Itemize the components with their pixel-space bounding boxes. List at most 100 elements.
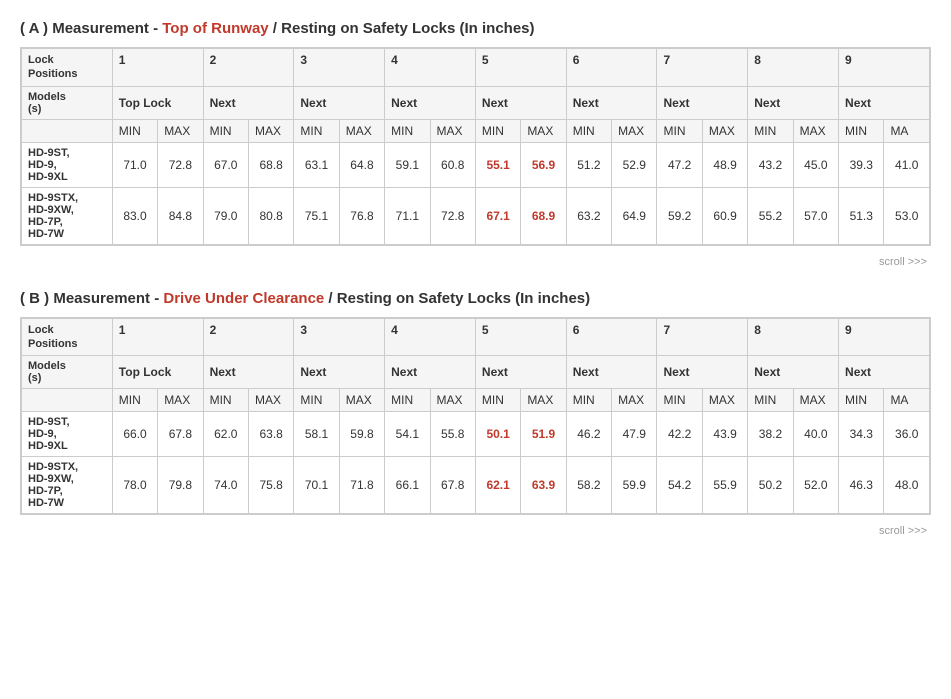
section-a-scroll: scroll >>> <box>20 254 931 270</box>
section-b-title-prefix: ( B ) Measurement - <box>20 290 163 307</box>
value-cell: 76.8 <box>339 187 384 244</box>
section-a: ( A ) Measurement - Top of Runway / Rest… <box>20 20 931 270</box>
value-cell: 72.8 <box>430 187 475 244</box>
value-cell: 58.1 <box>294 412 339 457</box>
max-6-a: MAX <box>612 119 657 142</box>
value-cell: 66.0 <box>112 412 157 457</box>
lock-positions-header-b: LockPositions <box>22 318 113 356</box>
value-cell: 79.0 <box>203 187 248 244</box>
value-cell: 54.2 <box>657 457 702 514</box>
value-cell: 59.8 <box>339 412 384 457</box>
pos-6-b: 6 <box>566 318 657 356</box>
section-a-header-row-lock: Models(s) Top Lock Next Next Next Next N… <box>22 86 930 119</box>
table-row: HD-9STX,HD-9XW,HD-7P,HD-7W78.079.874.075… <box>22 457 930 514</box>
value-cell: 60.9 <box>702 187 747 244</box>
max-2-b: MAX <box>248 389 293 412</box>
min-5-b: MIN <box>475 389 520 412</box>
min-5-a: MIN <box>475 119 520 142</box>
value-cell: 55.9 <box>702 457 747 514</box>
value-cell: 54.1 <box>385 412 430 457</box>
value-cell: 83.0 <box>112 187 157 244</box>
value-cell: 51.3 <box>839 187 884 244</box>
value-cell: 63.9 <box>521 457 566 514</box>
max-1-b: MAX <box>158 389 203 412</box>
next-5-b: Next <box>475 356 566 389</box>
value-cell: 43.2 <box>748 142 793 187</box>
value-cell: 63.1 <box>294 142 339 187</box>
models-header-a: Models(s) <box>22 86 113 119</box>
value-cell: 46.3 <box>839 457 884 514</box>
next-5-a: Next <box>475 86 566 119</box>
pos-3-a: 3 <box>294 49 385 87</box>
next-8-a: Next <box>748 86 839 119</box>
table-row: HD-9ST,HD-9,HD-9XL71.072.867.068.863.164… <box>22 142 930 187</box>
section-a-title-suffix: / Resting on Safety Locks (In inches) <box>269 20 535 37</box>
max-4-b: MAX <box>430 389 475 412</box>
min-1-b: MIN <box>112 389 157 412</box>
value-cell: 75.8 <box>248 457 293 514</box>
next-6-a: Next <box>566 86 657 119</box>
value-cell: 42.2 <box>657 412 702 457</box>
min-9-b: MIN <box>839 389 884 412</box>
value-cell: 68.8 <box>248 142 293 187</box>
next-9-b: Next <box>839 356 930 389</box>
max-5-a: MAX <box>521 119 566 142</box>
section-a-table: LockPositions 1 2 3 4 5 6 7 8 9 Models(s… <box>21 48 930 245</box>
value-cell: 36.0 <box>884 412 930 457</box>
value-cell: 71.0 <box>112 142 157 187</box>
max-9-b: MA <box>884 389 930 412</box>
value-cell: 46.2 <box>566 412 611 457</box>
section-b-table: LockPositions 1 2 3 4 5 6 7 8 9 Models(s… <box>21 318 930 515</box>
value-cell: 60.8 <box>430 142 475 187</box>
value-cell: 74.0 <box>203 457 248 514</box>
min-8-a: MIN <box>748 119 793 142</box>
value-cell: 51.9 <box>521 412 566 457</box>
pos-5-b: 5 <box>475 318 566 356</box>
next-4-b: Next <box>385 356 476 389</box>
section-b-scroll: scroll >>> <box>20 523 931 539</box>
value-cell: 58.2 <box>566 457 611 514</box>
pos-1-b: 1 <box>112 318 203 356</box>
value-cell: 55.2 <box>748 187 793 244</box>
max-5-b: MAX <box>521 389 566 412</box>
max-6-b: MAX <box>612 389 657 412</box>
blank-b <box>22 389 113 412</box>
min-3-a: MIN <box>294 119 339 142</box>
max-8-a: MAX <box>793 119 838 142</box>
section-a-title: ( A ) Measurement - Top of Runway / Rest… <box>20 20 931 37</box>
min-4-b: MIN <box>385 389 430 412</box>
value-cell: 47.9 <box>612 412 657 457</box>
value-cell: 67.0 <box>203 142 248 187</box>
value-cell: 53.0 <box>884 187 930 244</box>
value-cell: 50.2 <box>748 457 793 514</box>
value-cell: 62.0 <box>203 412 248 457</box>
value-cell: 50.1 <box>475 412 520 457</box>
pos-2-a: 2 <box>203 49 294 87</box>
top-lock-b: Top Lock <box>112 356 203 389</box>
next-9-a: Next <box>839 86 930 119</box>
table-row: HD-9STX,HD-9XW,HD-7P,HD-7W83.084.879.080… <box>22 187 930 244</box>
max-2-a: MAX <box>248 119 293 142</box>
min-7-a: MIN <box>657 119 702 142</box>
section-b-header-row-minmax: MIN MAX MIN MAX MIN MAX MIN MAX MIN MAX … <box>22 389 930 412</box>
value-cell: 39.3 <box>839 142 884 187</box>
section-b-tbody: HD-9ST,HD-9,HD-9XL66.067.862.063.858.159… <box>22 412 930 514</box>
pos-2-b: 2 <box>203 318 294 356</box>
pos-9-b: 9 <box>839 318 930 356</box>
value-cell: 52.9 <box>612 142 657 187</box>
section-b-title: ( B ) Measurement - Drive Under Clearanc… <box>20 290 931 307</box>
min-2-a: MIN <box>203 119 248 142</box>
value-cell: 55.8 <box>430 412 475 457</box>
value-cell: 63.2 <box>566 187 611 244</box>
value-cell: 66.1 <box>385 457 430 514</box>
next-7-b: Next <box>657 356 748 389</box>
next-2-a: Next <box>203 86 294 119</box>
value-cell: 64.8 <box>339 142 384 187</box>
value-cell: 59.1 <box>385 142 430 187</box>
max-8-b: MAX <box>793 389 838 412</box>
pos-7-b: 7 <box>657 318 748 356</box>
blank-a <box>22 119 113 142</box>
section-b-header-row-lock: Models(s) Top Lock Next Next Next Next N… <box>22 356 930 389</box>
min-3-b: MIN <box>294 389 339 412</box>
table-row: HD-9ST,HD-9,HD-9XL66.067.862.063.858.159… <box>22 412 930 457</box>
